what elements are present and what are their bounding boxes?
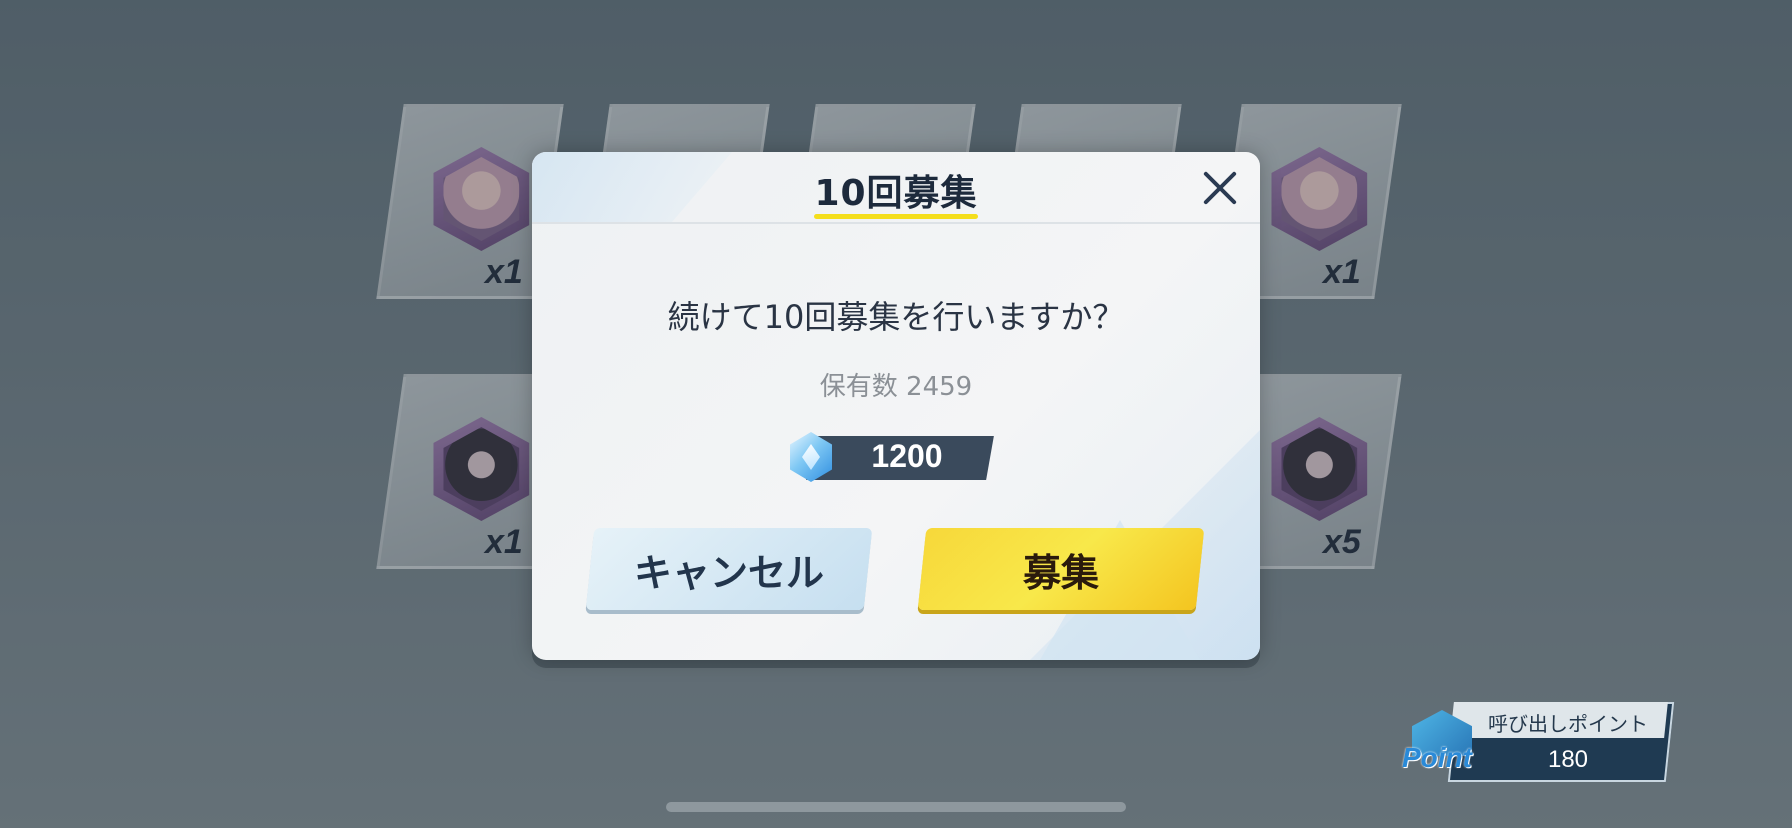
title-underline bbox=[814, 214, 978, 219]
cancel-button-label: キャンセル bbox=[633, 550, 824, 595]
point-label: 呼び出しポイント bbox=[1488, 712, 1648, 736]
dialog-header: 10回募集 bbox=[532, 152, 1260, 224]
close-icon[interactable] bbox=[1198, 166, 1242, 210]
recruit-button[interactable]: 募集 bbox=[917, 528, 1205, 610]
dialog-title: 10回募集 bbox=[814, 173, 978, 214]
summon-point-badge: Point 呼び出しポイント 180 bbox=[1402, 702, 1675, 782]
point-value: 180 bbox=[1547, 746, 1589, 773]
cost-value: 1200 bbox=[871, 438, 943, 474]
cancel-button[interactable]: キャンセル bbox=[585, 528, 873, 610]
confirm-question: 続けて10回募集を行いますか？ bbox=[667, 298, 1125, 336]
home-indicator[interactable] bbox=[666, 802, 1126, 812]
point-word: Point bbox=[1402, 742, 1472, 773]
owned-count: 保有数 2459 bbox=[819, 372, 973, 402]
recruit-confirm-dialog: 10回募集 続けて10回募集を行いますか？ 保有数 2459 1200 キャンセ… bbox=[532, 152, 1260, 660]
recruit-button-label: 募集 bbox=[1022, 550, 1099, 595]
